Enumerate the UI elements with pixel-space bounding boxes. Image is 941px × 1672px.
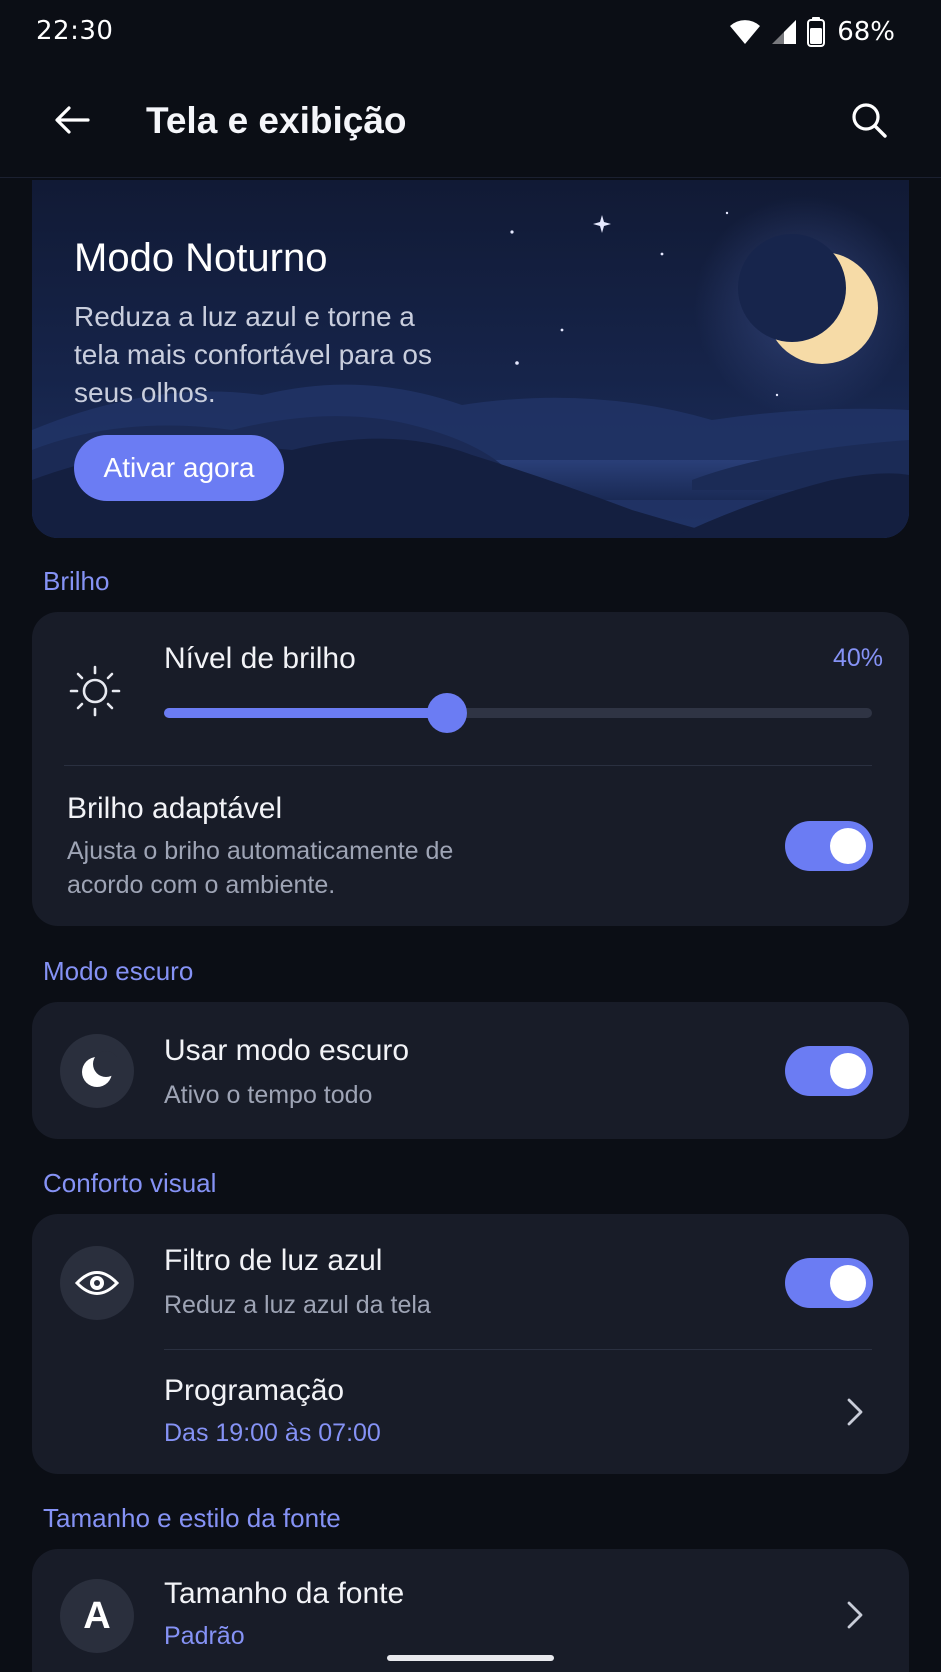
- search-button[interactable]: [841, 92, 897, 148]
- brightness-slider[interactable]: [164, 693, 872, 733]
- schedule-value: Das 19:00 às 07:00: [164, 1419, 381, 1447]
- adaptive-brightness-title: Brilho adaptável: [67, 792, 283, 825]
- font-size-value: Padrão: [164, 1622, 245, 1650]
- schedule-row[interactable]: Programação Das 19:00 às 07:00: [32, 1350, 909, 1474]
- status-time: 22:30: [36, 16, 114, 46]
- toggle-knob: [830, 1053, 866, 1089]
- blue-light-filter-title: Filtro de luz azul: [164, 1244, 383, 1277]
- blue-light-filter-subtitle: Reduz a luz azul da tela: [164, 1291, 431, 1319]
- search-icon: [852, 103, 887, 138]
- brightness-slider-fill: [164, 708, 447, 718]
- section-label-font: Tamanho e estilo da fonte: [43, 1503, 341, 1533]
- dark-mode-title: Usar modo escuro: [164, 1034, 410, 1067]
- eye-icon: [75, 1271, 119, 1295]
- brightness-card: Nível de brilho 40% Brilho adaptável Aju…: [32, 612, 909, 926]
- visual-comfort-card: Filtro de luz azul Reduz a luz azul da t…: [32, 1214, 909, 1474]
- night-mode-banner: Modo Noturno Reduza a luz azul e torne a…: [32, 180, 909, 538]
- home-indicator[interactable]: [387, 1655, 554, 1661]
- divider: [64, 765, 872, 766]
- arrow-left-icon: [55, 106, 90, 134]
- brightness-slider-thumb[interactable]: [427, 693, 467, 733]
- section-label-visual-comfort: Conforto visual: [43, 1168, 217, 1198]
- status-icons: 68%: [729, 14, 895, 50]
- chevron-right-icon: [835, 1392, 875, 1432]
- page-title: Tela e exibição: [146, 100, 407, 141]
- font-size-card[interactable]: A Tamanho da fonte Padrão: [32, 1549, 909, 1672]
- dark-mode-subtitle: Ativo o tempo todo: [164, 1081, 373, 1109]
- signal-icon: [771, 19, 797, 45]
- font-size-title: Tamanho da fonte: [164, 1577, 405, 1610]
- status-bar: 22:30 68%: [0, 0, 941, 66]
- font-icon-container: A: [60, 1579, 134, 1653]
- eye-icon-container: [60, 1246, 134, 1320]
- chevron-right-icon: [835, 1595, 875, 1635]
- battery-icon: [807, 17, 826, 47]
- section-label-dark-mode: Modo escuro: [43, 956, 194, 986]
- brightness-level-title: Nível de brilho: [164, 642, 356, 675]
- schedule-title: Programação: [164, 1374, 345, 1407]
- dark-mode-card[interactable]: Usar modo escuro Ativo o tempo todo: [32, 1002, 909, 1139]
- back-button[interactable]: [44, 92, 100, 148]
- toggle-knob: [830, 1265, 866, 1301]
- blue-light-filter-toggle[interactable]: [785, 1258, 873, 1308]
- moon-icon: [82, 1051, 117, 1087]
- toggle-knob: [830, 828, 866, 864]
- app-bar: Tela e exibição: [0, 66, 941, 178]
- section-label-brightness: Brilho: [43, 566, 110, 596]
- wifi-icon: [729, 19, 761, 45]
- dark-mode-toggle[interactable]: [785, 1046, 873, 1096]
- activate-now-button[interactable]: Ativar agora: [74, 435, 284, 501]
- adaptive-brightness-toggle[interactable]: [785, 821, 873, 871]
- banner-description: Reduza a luz azul e torne a tela mais co…: [74, 301, 432, 408]
- battery-percent: 68%: [837, 17, 895, 47]
- font-letter-icon: A: [83, 1594, 111, 1637]
- screen: 22:30 68% Tela e exibição Modo Noturno R…: [0, 0, 941, 1672]
- brightness-level-value: 40%: [832, 644, 883, 672]
- banner-title: Modo Noturno: [74, 236, 328, 280]
- sun-icon: [69, 665, 121, 717]
- adaptive-brightness-subtitle: Ajusta o briho automaticamente de acordo…: [67, 837, 454, 899]
- moon-icon-container: [60, 1034, 134, 1108]
